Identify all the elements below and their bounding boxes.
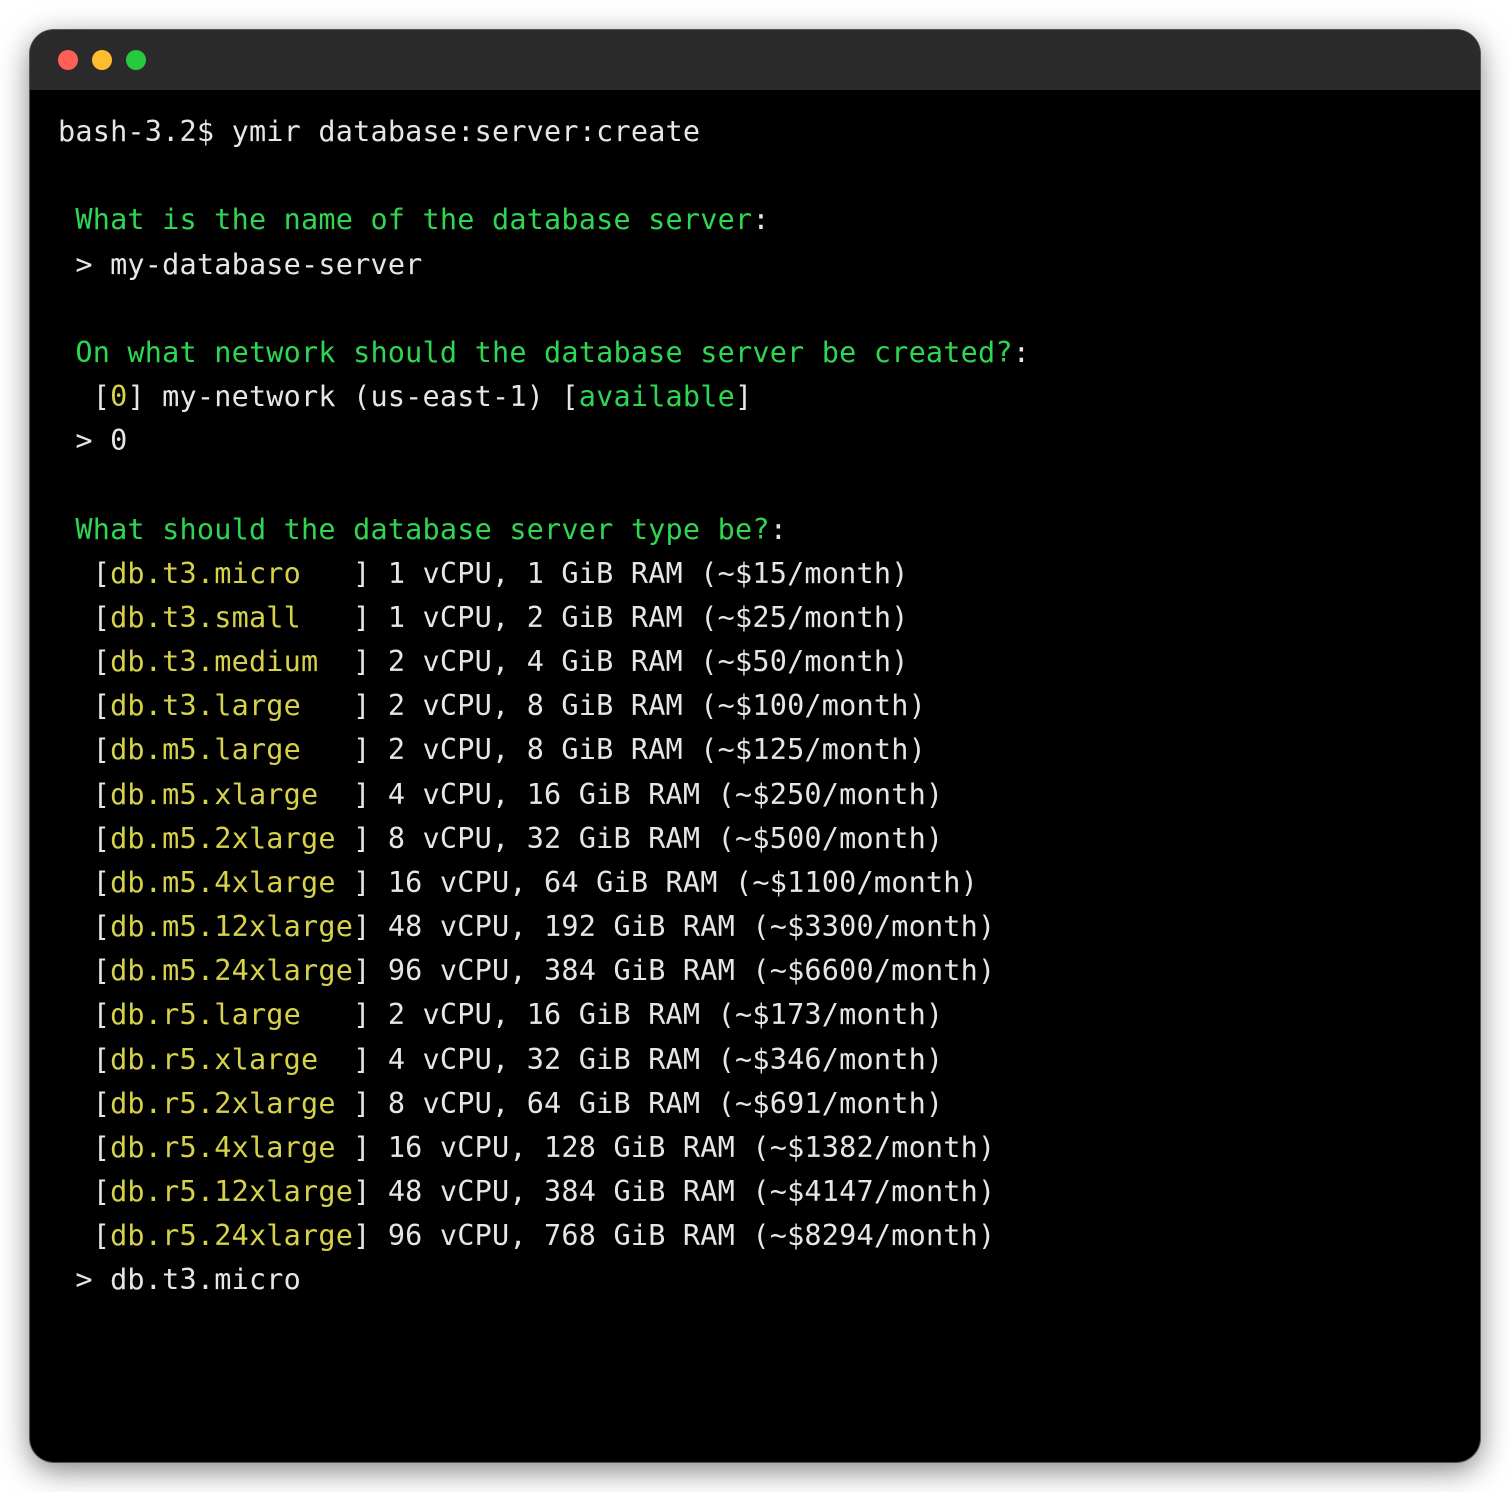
network-option-status: available: [579, 380, 735, 413]
answer-name: my-database-server: [110, 248, 422, 281]
type-option-name: db.m5.4xlarge: [110, 866, 336, 899]
minimize-icon[interactable]: [92, 50, 112, 70]
close-icon[interactable]: [58, 50, 78, 70]
type-option-name: db.t3.micro: [110, 557, 301, 590]
type-option-name: db.m5.xlarge: [110, 778, 318, 811]
answer-type: db.t3.micro: [110, 1263, 301, 1296]
type-option-name: db.r5.large: [110, 998, 301, 1031]
type-option-name: db.r5.24xlarge: [110, 1219, 353, 1252]
titlebar: [30, 30, 1480, 90]
type-option-desc: ] 8 vCPU, 32 GiB RAM (~$500/month): [336, 822, 944, 855]
terminal-output[interactable]: bash-3.2$ ymir database:server:create Wh…: [30, 90, 1480, 1331]
type-option-name: db.t3.medium: [110, 645, 318, 678]
type-option-desc: ] 2 vCPU, 8 GiB RAM (~$100/month): [301, 689, 926, 722]
type-option-name: db.r5.4xlarge: [110, 1131, 336, 1164]
type-option-name: db.m5.large: [110, 733, 301, 766]
type-option-name: db.m5.2xlarge: [110, 822, 336, 855]
command-text: ymir database:server:create: [232, 115, 701, 148]
type-option-name: db.r5.2xlarge: [110, 1087, 336, 1120]
question-network: On what network should the database serv…: [58, 336, 1013, 369]
question-type: What should the database server type be?: [58, 513, 770, 546]
type-option-desc: ] 96 vCPU, 768 GiB RAM (~$8294/month): [353, 1219, 995, 1252]
zoom-icon[interactable]: [126, 50, 146, 70]
type-option-desc: ] 16 vCPU, 128 GiB RAM (~$1382/month): [336, 1131, 996, 1164]
type-option-desc: ] 1 vCPU, 2 GiB RAM (~$25/month): [301, 601, 909, 634]
type-option-desc: ] 4 vCPU, 16 GiB RAM (~$250/month): [318, 778, 943, 811]
input-caret: >: [58, 248, 110, 281]
type-option-desc: ] 4 vCPU, 32 GiB RAM (~$346/month): [318, 1043, 943, 1076]
type-option-desc: ] 2 vCPU, 4 GiB RAM (~$50/month): [318, 645, 908, 678]
type-option-desc: ] 8 vCPU, 64 GiB RAM (~$691/month): [336, 1087, 944, 1120]
input-caret: >: [58, 1263, 110, 1296]
type-option-desc: ] 1 vCPU, 1 GiB RAM (~$15/month): [301, 557, 909, 590]
type-option-name: db.t3.small: [110, 601, 301, 634]
type-option-desc: ] 96 vCPU, 384 GiB RAM (~$6600/month): [353, 954, 995, 987]
type-option-desc: ] 2 vCPU, 16 GiB RAM (~$173/month): [301, 998, 943, 1031]
type-option-name: db.m5.24xlarge: [110, 954, 353, 987]
network-option-label: ] my-network (us-east-1) [: [127, 380, 578, 413]
type-option-desc: ] 48 vCPU, 384 GiB RAM (~$4147/month): [353, 1175, 995, 1208]
type-option-desc: ] 16 vCPU, 64 GiB RAM (~$1100/month): [336, 866, 978, 899]
type-option-name: db.t3.large: [110, 689, 301, 722]
type-option-desc: ] 2 vCPU, 8 GiB RAM (~$125/month): [301, 733, 926, 766]
question-name: What is the name of the database server: [58, 203, 752, 236]
type-option-name: db.m5.12xlarge: [110, 910, 353, 943]
answer-network: 0: [110, 424, 127, 457]
type-option-name: db.r5.12xlarge: [110, 1175, 353, 1208]
shell-prompt: bash-3.2$: [58, 115, 232, 148]
input-caret: >: [58, 424, 110, 457]
terminal-window: bash-3.2$ ymir database:server:create Wh…: [30, 30, 1480, 1462]
network-option-index: 0: [110, 380, 127, 413]
type-option-name: db.r5.xlarge: [110, 1043, 318, 1076]
type-option-desc: ] 48 vCPU, 192 GiB RAM (~$3300/month): [353, 910, 995, 943]
